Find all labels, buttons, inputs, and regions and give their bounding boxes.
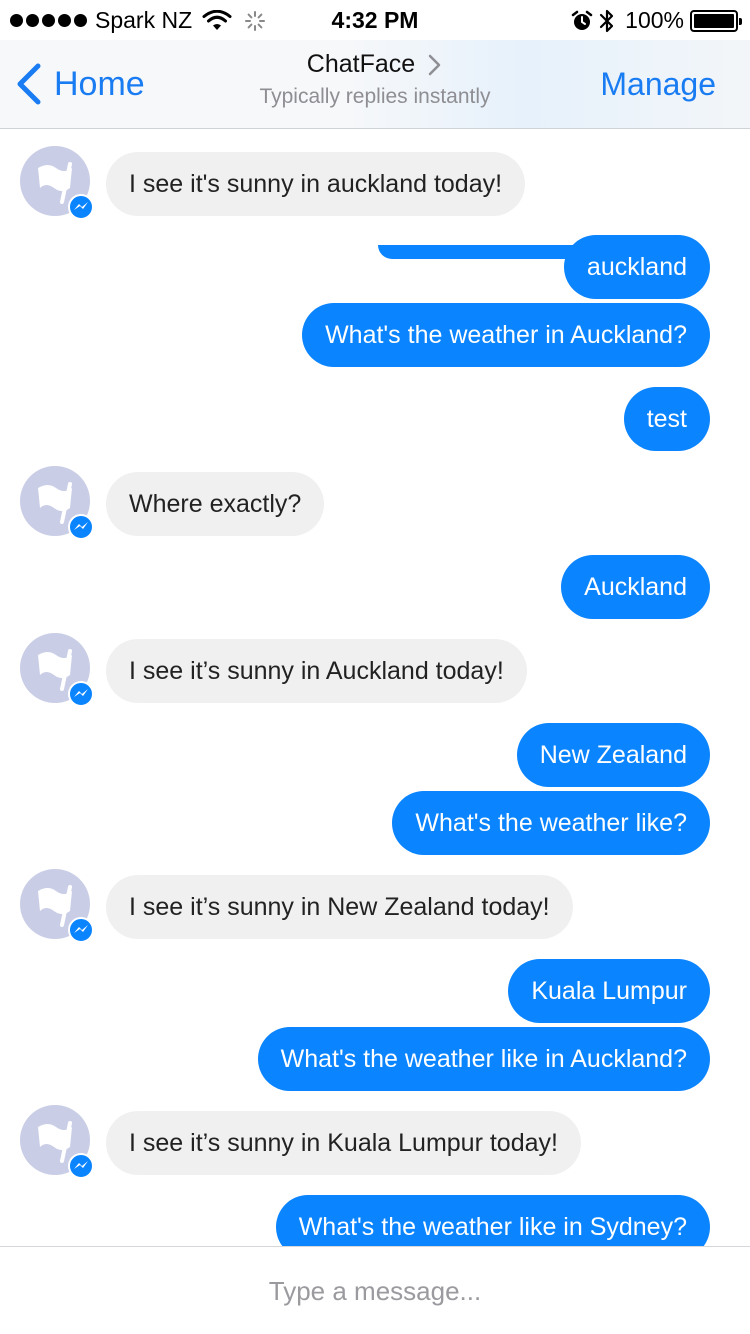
outgoing-message-bubble[interactable]: What's the weather in Auckland? bbox=[302, 303, 710, 367]
outgoing-message-bubble[interactable]: Auckland bbox=[561, 555, 710, 619]
status-left: Spark NZ bbox=[10, 7, 266, 34]
flag-icon bbox=[38, 1121, 72, 1163]
incoming-message-bubble[interactable]: I see it’s sunny in Auckland today! bbox=[106, 639, 527, 703]
battery-icon bbox=[690, 9, 742, 32]
carrier-name: Spark NZ bbox=[95, 7, 193, 33]
manage-button[interactable]: Manage bbox=[600, 66, 716, 103]
flag-icon bbox=[38, 162, 72, 204]
outgoing-message-bubble[interactable]: Kuala Lumpur bbox=[508, 959, 710, 1023]
nav-bar: Home ChatFace Typically replies instantl… bbox=[0, 40, 750, 129]
bot-avatar[interactable] bbox=[20, 466, 94, 540]
messenger-badge-icon bbox=[68, 681, 94, 707]
message-input[interactable] bbox=[0, 1247, 750, 1334]
status-bar: Spark NZ 4:32 PM 100% bbox=[0, 0, 750, 40]
messenger-badge-icon bbox=[68, 514, 94, 540]
incoming-message-bubble[interactable]: I see it’s sunny in New Zealand today! bbox=[106, 875, 573, 939]
chevron-right-icon bbox=[428, 54, 441, 75]
incoming-message-bubble[interactable]: Where exactly? bbox=[106, 472, 325, 536]
flag-icon bbox=[38, 482, 72, 524]
bluetooth-icon bbox=[600, 9, 614, 32]
bot-avatar[interactable] bbox=[20, 633, 94, 707]
signal-strength-icon bbox=[10, 14, 87, 27]
flag-icon bbox=[38, 649, 72, 691]
wifi-icon bbox=[202, 9, 232, 30]
outgoing-message-bubble[interactable]: test bbox=[623, 387, 710, 451]
bot-avatar[interactable] bbox=[20, 869, 94, 943]
outgoing-message-bubble[interactable]: What's the weather like? bbox=[392, 791, 710, 855]
composer bbox=[0, 1246, 750, 1334]
outgoing-message-bubble[interactable]: New Zealand bbox=[516, 723, 710, 787]
page-title: ChatFace bbox=[306, 50, 416, 78]
message-list[interactable]: I see it's sunny in auckland today! auckl… bbox=[0, 129, 750, 1246]
flag-icon bbox=[38, 885, 72, 927]
alarm-icon bbox=[571, 10, 593, 30]
outgoing-message-bubble[interactable]: What's the weather like in Sydney? bbox=[275, 1195, 710, 1246]
outgoing-message-bubble[interactable]: What's the weather like in Auckland? bbox=[257, 1027, 710, 1091]
messenger-badge-icon bbox=[68, 917, 94, 943]
activity-spinner-icon bbox=[245, 10, 266, 31]
messenger-badge-icon bbox=[68, 194, 94, 220]
bot-avatar[interactable] bbox=[20, 1105, 94, 1179]
status-right: 100% bbox=[571, 7, 742, 34]
outgoing-message-bubble[interactable]: auckland bbox=[563, 235, 710, 299]
battery-percentage: 100% bbox=[625, 7, 684, 33]
messenger-badge-icon bbox=[68, 1153, 94, 1179]
incoming-message-bubble[interactable]: I see it's sunny in auckland today! bbox=[106, 152, 526, 216]
bot-avatar[interactable] bbox=[20, 146, 94, 220]
incoming-message-bubble[interactable]: I see it’s sunny in Kuala Lumpur today! bbox=[106, 1111, 581, 1175]
